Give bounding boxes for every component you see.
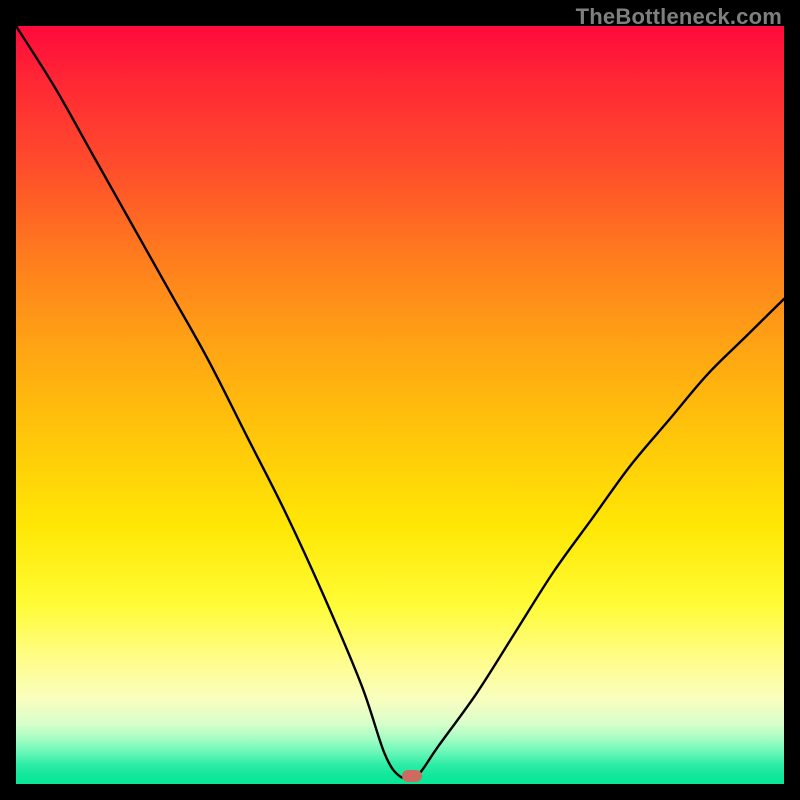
bottleneck-curve xyxy=(16,26,784,784)
chart-frame: TheBottleneck.com xyxy=(0,0,800,800)
watermark-text: TheBottleneck.com xyxy=(576,4,782,30)
minimum-marker xyxy=(402,770,422,782)
